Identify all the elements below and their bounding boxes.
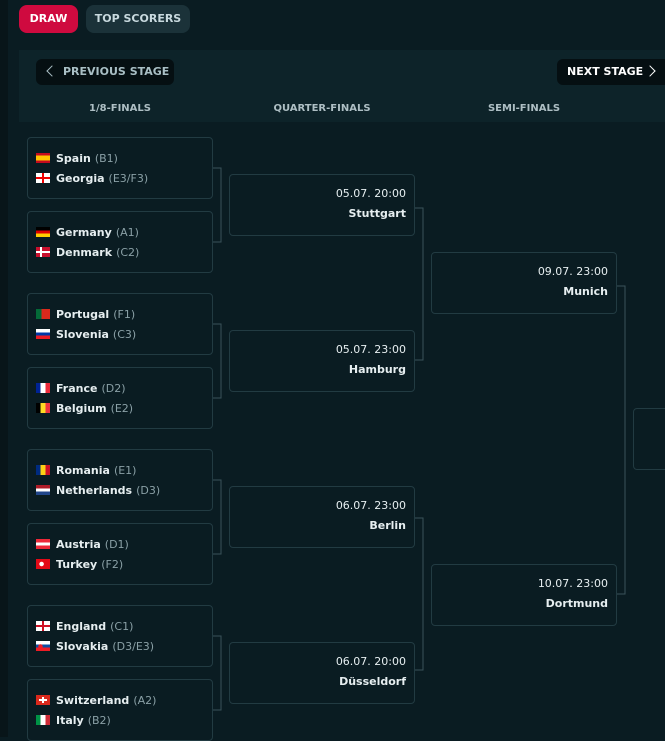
- quarter-final-card[interactable]: 06.07. 20:00 Düsseldorf: [229, 642, 415, 704]
- match-venue: Hamburg: [348, 363, 406, 376]
- team-name: Georgia: [56, 171, 105, 185]
- germany-flag-icon: [36, 227, 50, 237]
- connector-qf-2: [415, 517, 424, 671]
- team-row: Romania (E1): [36, 462, 136, 478]
- italy-flag-icon: [36, 715, 50, 725]
- team-row: Georgia (E3/F3): [36, 170, 148, 186]
- team-row: Slovakia (D3/E3): [36, 638, 154, 654]
- team-seed: (B1): [94, 151, 118, 165]
- match-card[interactable]: France (D2) Belgium (E2): [27, 367, 213, 429]
- match-card[interactable]: Germany (A1) Denmark (C2): [27, 211, 213, 273]
- team-seed: (D1): [104, 537, 129, 551]
- team-name: Germany: [56, 225, 112, 239]
- team-seed: (A1): [115, 225, 139, 239]
- team-seed: (A2): [133, 693, 157, 707]
- team-name: Spain: [56, 151, 91, 165]
- team-row: Spain (B1): [36, 150, 118, 166]
- england-flag-icon: [36, 621, 50, 631]
- team-row: Slovenia (C3): [36, 326, 136, 342]
- quarter-final-card[interactable]: 06.07. 23:00 Berlin: [229, 486, 415, 548]
- match-datetime: 05.07. 20:00: [335, 187, 406, 200]
- team-name: Switzerland: [56, 693, 130, 707]
- denmark-flag-icon: [36, 247, 50, 257]
- team-row: England (C1): [36, 618, 133, 634]
- slovenia-flag-icon: [36, 329, 50, 339]
- austria-flag-icon: [36, 539, 50, 549]
- connector-r16-4: [213, 635, 222, 711]
- match-datetime: 06.07. 20:00: [335, 655, 406, 668]
- team-name: Italy: [56, 713, 84, 727]
- switzerland-flag-icon: [36, 695, 50, 705]
- belgium-flag-icon: [36, 403, 50, 413]
- team-name: Turkey: [56, 557, 98, 571]
- spain-flag-icon: [36, 153, 50, 163]
- semi-final-card[interactable]: 09.07. 23:00 Munich: [431, 252, 617, 314]
- team-seed: (E3/F3): [108, 171, 149, 185]
- match-datetime: 05.07. 23:00: [335, 343, 406, 356]
- connector-sf: [617, 285, 626, 595]
- team-name: England: [56, 619, 107, 633]
- team-name: France: [56, 381, 98, 395]
- team-row: Italy (B2): [36, 712, 111, 728]
- france-flag-icon: [36, 383, 50, 393]
- match-venue: Stuttgart: [348, 207, 406, 220]
- match-card[interactable]: England (C1) Slovakia (D3/E3): [27, 605, 213, 667]
- quarter-final-card[interactable]: 05.07. 20:00 Stuttgart: [229, 174, 415, 236]
- netherlands-flag-icon: [36, 485, 50, 495]
- match-card[interactable]: Romania (E1) Netherlands (D3): [27, 449, 213, 511]
- portugal-flag-icon: [36, 309, 50, 319]
- team-name: Netherlands: [56, 483, 133, 497]
- connector-r16-1: [213, 167, 222, 243]
- team-seed: (F2): [101, 557, 124, 571]
- team-name: Austria: [56, 537, 101, 551]
- team-seed: (E2): [110, 401, 134, 415]
- final-card[interactable]: [633, 408, 665, 470]
- team-name: Slovakia: [56, 639, 109, 653]
- team-seed: (D3/E3): [112, 639, 155, 653]
- team-name: Belgium: [56, 401, 107, 415]
- team-seed: (E1): [113, 463, 137, 477]
- match-datetime: 06.07. 23:00: [335, 499, 406, 512]
- match-card[interactable]: Spain (B1) Georgia (E3/F3): [27, 137, 213, 199]
- connector-r16-3: [213, 479, 222, 555]
- team-row: Switzerland (A2): [36, 692, 156, 708]
- match-card[interactable]: Portugal (F1) Slovenia (C3): [27, 293, 213, 355]
- match-venue: Düsseldorf: [339, 675, 406, 688]
- team-seed: (C3): [112, 327, 137, 341]
- team-row: Germany (A1): [36, 224, 139, 240]
- match-card[interactable]: Switzerland (A2) Italy (B2): [27, 679, 213, 741]
- connector-qf-1: [415, 207, 424, 361]
- team-seed: (B2): [87, 713, 111, 727]
- connector-r16-2: [213, 323, 222, 399]
- match-datetime: 09.07. 23:00: [537, 265, 608, 278]
- slovakia-flag-icon: [36, 641, 50, 651]
- match-venue: Dortmund: [545, 597, 608, 610]
- team-seed: (F1): [113, 307, 136, 321]
- team-name: Portugal: [56, 307, 110, 321]
- team-seed: (C1): [110, 619, 134, 633]
- team-row: Denmark (C2): [36, 244, 139, 260]
- match-venue: Munich: [563, 285, 608, 298]
- team-name: Denmark: [56, 245, 113, 259]
- match-venue: Berlin: [369, 519, 406, 532]
- turkey-flag-icon: [36, 559, 50, 569]
- team-row: Turkey (F2): [36, 556, 123, 572]
- team-seed: (D2): [101, 381, 126, 395]
- match-card[interactable]: Austria (D1) Turkey (F2): [27, 523, 213, 585]
- team-seed: (C2): [116, 245, 140, 259]
- romania-flag-icon: [36, 465, 50, 475]
- team-row: France (D2): [36, 380, 126, 396]
- georgia-flag-icon: [36, 173, 50, 183]
- team-row: Portugal (F1): [36, 306, 135, 322]
- team-seed: (D3): [136, 483, 161, 497]
- team-name: Romania: [56, 463, 110, 477]
- match-datetime: 10.07. 23:00: [537, 577, 608, 590]
- team-row: Austria (D1): [36, 536, 129, 552]
- team-row: Belgium (E2): [36, 400, 133, 416]
- semi-final-card[interactable]: 10.07. 23:00 Dortmund: [431, 564, 617, 626]
- team-name: Slovenia: [56, 327, 109, 341]
- team-row: Netherlands (D3): [36, 482, 160, 498]
- quarter-final-card[interactable]: 05.07. 23:00 Hamburg: [229, 330, 415, 392]
